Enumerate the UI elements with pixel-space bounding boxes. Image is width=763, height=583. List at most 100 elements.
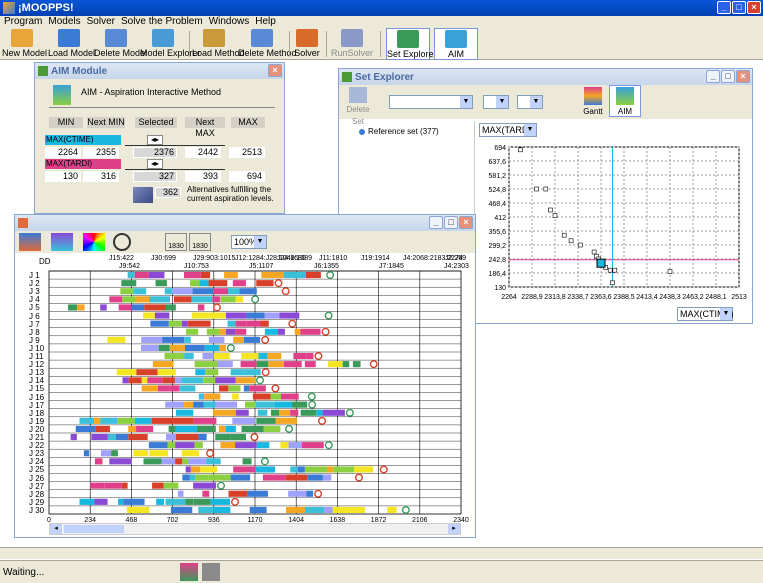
operation-bar[interactable] (140, 344, 159, 351)
operation-bar[interactable] (219, 344, 226, 351)
operation-bar[interactable] (328, 361, 343, 368)
operation-bar[interactable] (245, 401, 256, 408)
operation-bar[interactable] (235, 328, 247, 335)
selected-scatter-point[interactable] (596, 258, 606, 268)
scatter-point[interactable] (612, 267, 618, 273)
x-axis-combo[interactable]: MAX(CTIME) ▼ (677, 307, 734, 321)
zoom-in-button[interactable]: 1830 (189, 233, 211, 251)
delete-method-button[interactable]: Delete Method (238, 28, 297, 60)
operation-bar[interactable] (261, 272, 284, 279)
operation-bar[interactable] (169, 385, 180, 392)
tree-item-reference-set[interactable]: Reference set (377) (359, 127, 439, 136)
model-explorer-button[interactable]: Model Explorer (140, 28, 201, 60)
y-axis-combo[interactable]: MAX(TARDI) ▼ (479, 123, 537, 137)
operation-bar[interactable] (240, 361, 257, 368)
operation-bar[interactable] (162, 336, 185, 343)
operation-bar[interactable] (191, 296, 213, 303)
operation-bar[interactable] (184, 401, 194, 408)
operation-bar[interactable] (255, 466, 276, 473)
gantt-view-button[interactable]: Gantt (577, 87, 609, 117)
set-selector-combo[interactable]: ▼ (389, 95, 473, 109)
operation-bar[interactable] (191, 312, 209, 319)
set-explorer-maximize[interactable]: □ (721, 70, 735, 83)
operation-bar[interactable] (90, 482, 105, 489)
operation-bar[interactable] (257, 409, 268, 416)
operation-bar[interactable] (175, 425, 198, 432)
operation-bar[interactable] (118, 304, 132, 311)
operation-bar[interactable] (175, 458, 183, 465)
operation-bar[interactable] (294, 328, 301, 335)
scatter-point[interactable] (607, 267, 613, 273)
aim-button[interactable]: AIM (434, 28, 478, 60)
operation-bar[interactable] (198, 393, 205, 400)
operation-bar[interactable] (235, 442, 257, 449)
operation-bar[interactable] (163, 482, 179, 489)
operation-bar[interactable] (306, 353, 314, 360)
operation-bar[interactable] (104, 482, 122, 489)
operation-bar[interactable] (225, 425, 236, 432)
operation-bar[interactable] (120, 288, 134, 295)
set-explorer-minimize[interactable]: _ (706, 70, 720, 83)
operation-bar[interactable] (212, 506, 231, 513)
operation-bar[interactable] (225, 312, 247, 319)
operation-bar[interactable] (195, 369, 205, 376)
operation-bar[interactable] (263, 425, 281, 432)
operation-bar[interactable] (233, 466, 256, 473)
operation-bar[interactable] (91, 434, 108, 441)
operation-bar[interactable] (161, 458, 176, 465)
operation-bar[interactable] (181, 377, 204, 384)
scatter-point[interactable] (667, 269, 673, 274)
operation-bar[interactable] (135, 296, 149, 303)
operation-bar[interactable] (173, 417, 194, 424)
gantt-minimize[interactable]: _ (429, 216, 443, 229)
operation-bar[interactable] (288, 490, 307, 497)
operation-bar[interactable] (305, 272, 321, 279)
operation-bar[interactable] (77, 304, 85, 311)
operation-bar[interactable] (213, 353, 230, 360)
scatter-point[interactable] (543, 186, 549, 192)
operation-bar[interactable] (141, 377, 148, 384)
operation-bar[interactable] (136, 425, 154, 432)
operation-bar[interactable] (228, 385, 241, 392)
operation-bar[interactable] (128, 434, 148, 441)
operation-bar[interactable] (187, 320, 211, 327)
operation-bar[interactable] (165, 434, 176, 441)
operation-bar[interactable] (199, 280, 209, 287)
operation-bar[interactable] (79, 417, 95, 424)
operation-bar[interactable] (167, 442, 176, 449)
operation-bar[interactable] (285, 506, 305, 513)
operation-bar[interactable] (107, 336, 126, 343)
operation-bar[interactable] (148, 272, 165, 279)
operation-bar[interactable] (83, 450, 90, 457)
new-model-button[interactable]: New Model (2, 28, 47, 60)
operation-bar[interactable] (165, 498, 186, 505)
operation-bar[interactable] (173, 296, 192, 303)
operation-bar[interactable] (164, 353, 178, 360)
operation-bar[interactable] (186, 328, 199, 335)
scatter-point[interactable] (518, 147, 523, 153)
operation-bar[interactable] (174, 377, 182, 384)
operation-bar[interactable] (100, 417, 118, 424)
menu-solve-problem[interactable]: Solve the Problem (121, 16, 203, 28)
operation-bar[interactable] (322, 409, 345, 416)
operation-bar[interactable] (333, 466, 354, 473)
operation-bar[interactable] (185, 466, 191, 473)
operation-bar[interactable] (242, 458, 252, 465)
operation-bar[interactable] (126, 506, 150, 513)
operation-bar[interactable] (230, 474, 251, 481)
menu-models[interactable]: Models (48, 16, 80, 28)
operation-bar[interactable] (302, 442, 324, 449)
operation-bar[interactable] (194, 361, 218, 368)
operation-bar[interactable] (353, 466, 374, 473)
operation-bar[interactable] (154, 312, 170, 319)
operation-bar[interactable] (202, 490, 210, 497)
operation-bar[interactable] (316, 409, 323, 416)
gantt-horizontal-scrollbar[interactable]: ◂ ▸ (49, 523, 461, 535)
operation-bar[interactable] (184, 353, 194, 360)
operation-bar[interactable] (247, 490, 268, 497)
operation-bar[interactable] (79, 498, 95, 505)
operation-bar[interactable] (169, 344, 185, 351)
operation-bar[interactable] (203, 377, 216, 384)
operation-bar[interactable] (300, 409, 317, 416)
operation-bar[interactable] (70, 434, 77, 441)
